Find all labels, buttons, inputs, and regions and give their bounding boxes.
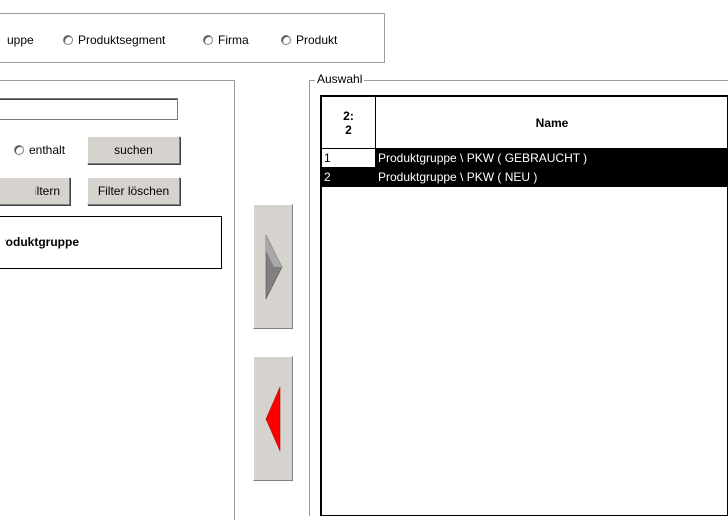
name-header-label: Name <box>535 115 569 130</box>
column-header-count[interactable]: 2: 2 <box>322 97 376 149</box>
filter-button[interactable]: Filtern <box>0 177 70 205</box>
clear-filter-button[interactable]: Filter löschen <box>87 177 180 205</box>
list-header-label: Produktgruppe <box>0 235 79 249</box>
clear-filter-button-label: Filter löschen <box>97 184 170 198</box>
radio-option-firma[interactable]: Firma <box>203 33 249 47</box>
radio-option-label: Firma <box>218 33 249 47</box>
count-header-line2: 2 <box>345 122 352 137</box>
search-button-label: suchen <box>114 143 153 157</box>
selection-group-border-left <box>309 80 310 516</box>
filter-type-radio-group: uppe Produktsegment Firma Produkt <box>0 13 385 63</box>
column-header-name[interactable]: Name <box>376 97 728 149</box>
add-to-selection-button[interactable] <box>253 204 293 329</box>
search-input[interactable] <box>0 98 178 120</box>
arrow-left-icon <box>265 386 281 452</box>
selection-group-border <box>309 80 728 81</box>
table-row[interactable]: 1 Produktgruppe \ PKW ( GEBRAUCHT ) <box>322 149 728 168</box>
row-name: Produktgruppe \ PKW ( GEBRAUCHT ) <box>376 149 728 168</box>
table-row[interactable]: 2 Produktgruppe \ PKW ( NEU ) <box>322 168 728 187</box>
row-number: 1 <box>322 149 376 168</box>
selection-group-label: Auswahl <box>315 72 365 86</box>
arrow-right-icon <box>265 234 283 300</box>
search-button[interactable]: suchen <box>87 136 180 164</box>
radio-option-enthalt[interactable]: enthalt <box>14 143 65 157</box>
selection-grid[interactable]: 2: 2 Name 1 Produktgruppe \ PKW ( GEBRAU… <box>320 95 728 516</box>
count-header-line1: 2: <box>343 108 354 123</box>
list-header: Produktgruppe <box>0 235 79 249</box>
row-name: Produktgruppe \ PKW ( NEU ) <box>376 168 728 187</box>
filter-button-label: Filtern <box>26 184 60 198</box>
radio-option-label: Produkt <box>296 33 338 47</box>
product-group-list[interactable]: Produktgruppe <box>0 216 222 269</box>
radio-option-produktsegment[interactable]: Produktsegment <box>63 33 165 47</box>
radio-button-icon[interactable] <box>281 35 291 45</box>
remove-from-selection-button[interactable] <box>253 356 293 481</box>
radio-option-label: uppe <box>7 33 34 47</box>
row-number: 2 <box>322 168 376 187</box>
radio-option-gruppe[interactable]: uppe <box>7 33 34 47</box>
radio-button-icon[interactable] <box>14 145 24 155</box>
radio-option-label: Produktsegment <box>78 33 166 47</box>
radio-button-icon[interactable] <box>203 35 213 45</box>
radio-option-label: enthalt <box>29 143 66 157</box>
radio-option-produkt[interactable]: Produkt <box>281 33 337 47</box>
radio-button-icon[interactable] <box>63 35 73 45</box>
